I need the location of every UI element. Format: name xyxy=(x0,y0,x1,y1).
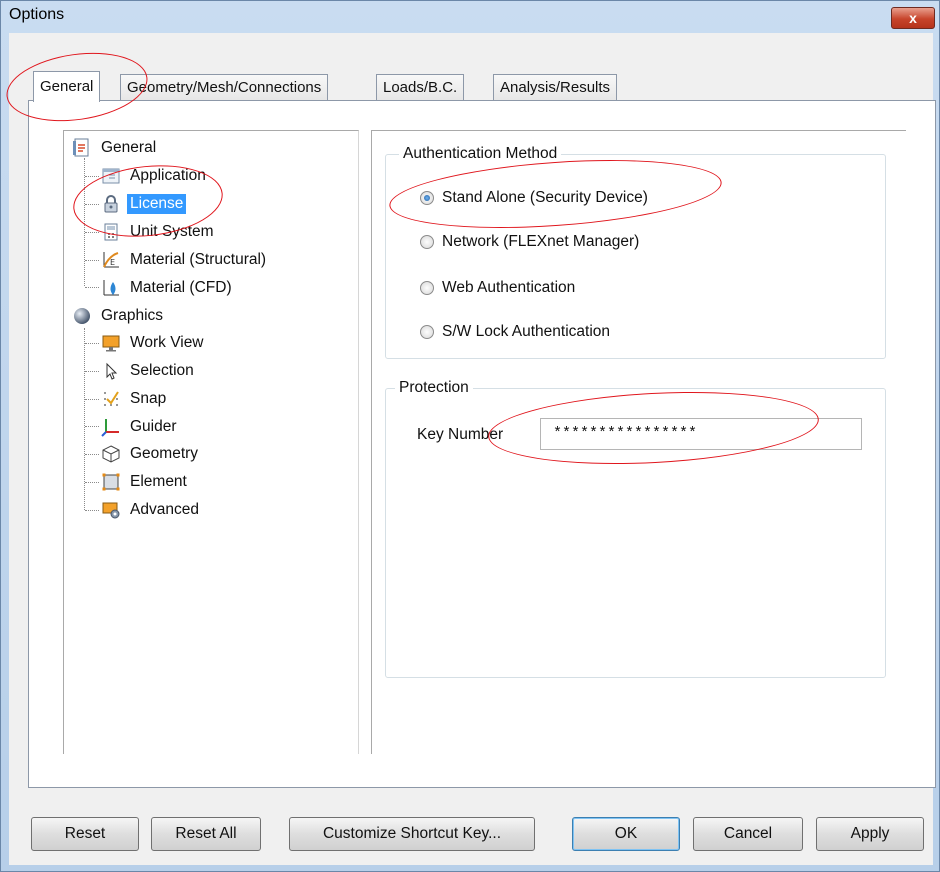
authentication-method-title: Authentication Method xyxy=(399,145,562,163)
tree-item-material-structural[interactable]: E Material (Structural) xyxy=(101,249,269,271)
sphere-icon xyxy=(72,306,92,326)
tab-loads-bc[interactable]: Loads/B.C. xyxy=(376,74,465,102)
tree-connector xyxy=(85,482,99,483)
tree-connector xyxy=(85,176,99,177)
monitor-icon xyxy=(101,333,121,353)
tree-connector xyxy=(85,399,99,400)
cancel-button-label: Cancel xyxy=(723,825,773,842)
tree-item-element[interactable]: Element xyxy=(101,471,190,493)
key-number-label: Key Number xyxy=(417,426,504,443)
customize-button-label: Customize Shortcut Key... xyxy=(322,825,502,842)
tree-connector xyxy=(85,260,99,261)
radio-button[interactable] xyxy=(420,281,434,295)
title-bar[interactable]: Options x xyxy=(1,1,939,31)
cancel-button[interactable]: Cancel xyxy=(693,817,803,851)
tab-geometry-mesh-connections[interactable]: Geometry/Mesh/Connections xyxy=(120,74,329,102)
document-icon xyxy=(72,138,92,158)
apply-button[interactable]: Apply xyxy=(816,817,924,851)
tree-connector xyxy=(85,371,99,372)
radio-web-authentication[interactable]: Web Authentication xyxy=(420,279,575,297)
tree-label: Material (Structural) xyxy=(130,251,267,268)
tree-label: Selection xyxy=(130,362,194,379)
tab-analysis-label: Analysis/Results xyxy=(500,79,611,96)
tree-label: Snap xyxy=(130,390,167,407)
advanced-icon xyxy=(101,500,121,520)
tree-item-snap[interactable]: Snap xyxy=(101,388,169,410)
tree-item-application[interactable]: Application xyxy=(101,165,209,187)
tab-geometry-label: Geometry/Mesh/Connections xyxy=(127,79,322,96)
tree-label: Graphics xyxy=(101,307,164,324)
apply-button-label: Apply xyxy=(850,825,890,842)
unit-system-icon xyxy=(101,222,121,242)
tree-item-license[interactable]: License xyxy=(101,193,187,215)
axes-icon xyxy=(101,417,121,437)
tree-item-unit-system[interactable]: Unit System xyxy=(101,221,217,243)
svg-text:E: E xyxy=(110,258,115,267)
radio-network[interactable]: Network (FLEXnet Manager) xyxy=(420,233,639,251)
tree-connector xyxy=(84,158,85,286)
tree-connector xyxy=(85,426,99,427)
radio-button[interactable] xyxy=(420,191,434,205)
key-number-value: **************** xyxy=(553,425,698,442)
tree-item-graphics[interactable]: Graphics xyxy=(72,305,166,327)
customize-shortcut-key-button[interactable]: Customize Shortcut Key... xyxy=(289,817,535,851)
radio-button[interactable] xyxy=(420,235,434,249)
reset-button-label: Reset xyxy=(64,825,106,842)
radio-sw-lock[interactable]: S/W Lock Authentication xyxy=(420,323,610,341)
radio-label: Stand Alone (Security Device) xyxy=(442,189,648,206)
snap-icon xyxy=(101,389,121,409)
tree-label: Work View xyxy=(130,334,204,351)
tree-connector xyxy=(85,204,99,205)
tree-label: Advanced xyxy=(130,501,199,518)
cursor-icon xyxy=(101,361,121,381)
window-title: Options xyxy=(9,6,65,23)
protection-title: Protection xyxy=(395,379,473,397)
radio-label: Network (FLEXnet Manager) xyxy=(442,233,640,250)
tree-connector xyxy=(85,454,99,455)
key-number-input[interactable]: **************** xyxy=(540,418,862,450)
tab-general[interactable]: General xyxy=(33,71,101,102)
tree-item-material-cfd[interactable]: Material (CFD) xyxy=(101,277,235,299)
tree-item-work-view[interactable]: Work View xyxy=(101,332,207,354)
tree-label: Material (CFD) xyxy=(130,279,232,296)
radio-label: Web Authentication xyxy=(442,279,576,296)
tree-item-guider[interactable]: Guider xyxy=(101,416,180,438)
close-button[interactable]: x xyxy=(891,7,935,29)
material-structural-icon: E xyxy=(101,250,121,270)
tree-label: Guider xyxy=(130,418,177,435)
element-icon xyxy=(101,472,121,492)
tab-analysis-results[interactable]: Analysis/Results xyxy=(493,74,618,102)
radio-stand-alone[interactable]: Stand Alone (Security Device) xyxy=(420,189,648,207)
tree-item-advanced[interactable]: Advanced xyxy=(101,499,202,521)
radio-label: S/W Lock Authentication xyxy=(442,323,611,340)
reset-all-button[interactable]: Reset All xyxy=(151,817,261,851)
lock-icon xyxy=(101,194,121,214)
tree-item-geometry[interactable]: Geometry xyxy=(101,443,201,465)
reset-button[interactable]: Reset xyxy=(31,817,139,851)
tree-label: Geometry xyxy=(130,445,199,462)
tab-general-label: General xyxy=(40,78,94,95)
tree-connector xyxy=(85,510,99,511)
tree-label: Element xyxy=(130,473,187,490)
tree-connector xyxy=(85,232,99,233)
ok-button-label: OK xyxy=(614,825,638,842)
radio-button[interactable] xyxy=(420,325,434,339)
material-cfd-icon xyxy=(101,278,121,298)
tree-item-selection[interactable]: Selection xyxy=(101,360,197,382)
tree-connector xyxy=(85,287,99,288)
tree-label: License xyxy=(127,194,187,214)
application-icon xyxy=(101,166,121,186)
tree-item-general[interactable]: General xyxy=(72,137,159,159)
cube-icon xyxy=(101,444,121,464)
reset-all-button-label: Reset All xyxy=(175,825,237,842)
tree-label: General xyxy=(101,139,157,156)
tree-connector xyxy=(85,343,99,344)
close-icon: x xyxy=(909,10,917,26)
tab-loads-label: Loads/B.C. xyxy=(383,79,458,96)
ok-button[interactable]: OK xyxy=(572,817,680,851)
tree-label: Application xyxy=(130,167,206,184)
tree-label: Unit System xyxy=(130,223,214,240)
